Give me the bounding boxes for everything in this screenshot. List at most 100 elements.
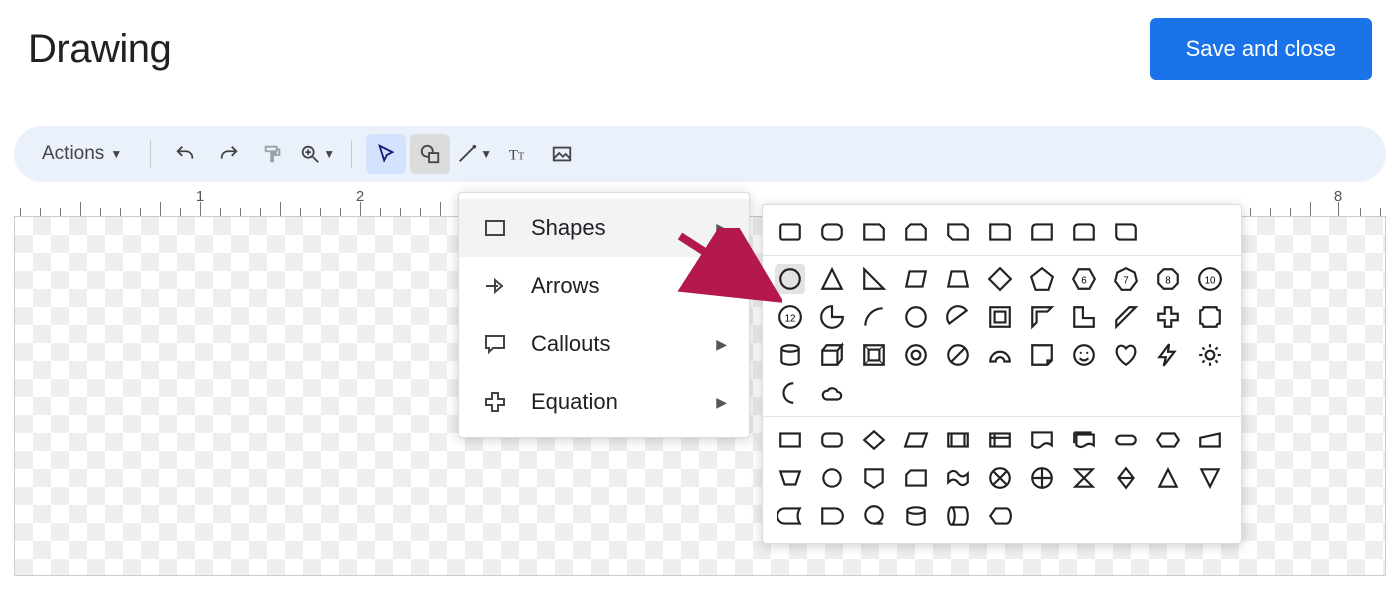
shape-sun[interactable] — [1195, 340, 1225, 370]
shape-seq-access[interactable] — [859, 501, 889, 531]
paint-format-button[interactable] — [253, 134, 293, 174]
shape-parallelogram[interactable] — [901, 264, 931, 294]
shape-connector[interactable] — [817, 463, 847, 493]
palette-section-1 — [763, 209, 1241, 255]
menu-label: Shapes — [531, 215, 606, 241]
shape-no-symbol[interactable] — [943, 340, 973, 370]
shape-round-diagonal[interactable] — [1111, 217, 1141, 247]
shape-lightning[interactable] — [1153, 340, 1183, 370]
undo-button[interactable] — [165, 134, 205, 174]
shape-predefined[interactable] — [943, 425, 973, 455]
shape-extract[interactable] — [1153, 463, 1183, 493]
shape-data[interactable] — [901, 425, 931, 455]
textbox-tool-button[interactable]: TT — [498, 134, 538, 174]
shape-moon[interactable] — [775, 378, 805, 408]
shape-collate[interactable] — [1069, 463, 1099, 493]
shape-magnetic-disk[interactable] — [901, 501, 931, 531]
save-and-close-button[interactable]: Save and close — [1150, 18, 1372, 80]
dialog-title: Drawing — [28, 27, 171, 72]
shape-folded-corner[interactable] — [1027, 340, 1057, 370]
actions-label: Actions — [42, 143, 104, 165]
shape-snip-top[interactable] — [901, 217, 931, 247]
shape-decagon[interactable]: 10 — [1195, 264, 1225, 294]
shape-terminator[interactable] — [1111, 425, 1141, 455]
shape-internal-storage[interactable] — [985, 425, 1015, 455]
shape-punched-tape[interactable] — [943, 463, 973, 493]
menu-item-equation[interactable]: Equation ▶ — [459, 373, 749, 431]
shape-octagon[interactable]: 8 — [1153, 264, 1183, 294]
line-tool-button[interactable]: ▼ — [454, 134, 494, 174]
shape-delay[interactable] — [817, 501, 847, 531]
shape-dodecagon[interactable]: 12 — [775, 302, 805, 332]
shape-display[interactable] — [985, 501, 1015, 531]
shape-manual-input[interactable] — [1195, 425, 1225, 455]
shape-bevel[interactable] — [859, 340, 889, 370]
shape-plaque[interactable] — [1195, 302, 1225, 332]
shape-manual-op[interactable] — [775, 463, 805, 493]
shape-sort[interactable] — [1111, 463, 1141, 493]
shape-stored-data[interactable] — [775, 501, 805, 531]
shape-direct-access[interactable] — [943, 501, 973, 531]
shape-smiley[interactable] — [1069, 340, 1099, 370]
shape-decision[interactable] — [859, 425, 889, 455]
shape-trapezoid[interactable] — [943, 264, 973, 294]
shape-rectangle[interactable] — [775, 217, 805, 247]
shape-snip-single[interactable] — [859, 217, 889, 247]
menu-item-callouts[interactable]: Callouts ▶ — [459, 315, 749, 373]
arrow-right-icon — [481, 274, 509, 298]
square-outline-icon — [481, 216, 509, 240]
shape-triangle[interactable] — [817, 264, 847, 294]
shape-pentagon[interactable] — [1027, 264, 1057, 294]
shape-process[interactable] — [775, 425, 805, 455]
shape-round-top[interactable] — [1069, 217, 1099, 247]
shape-offpage[interactable] — [859, 463, 889, 493]
svg-text:6: 6 — [1081, 275, 1086, 286]
shape-document[interactable] — [1027, 425, 1057, 455]
shape-heptagon[interactable]: 7 — [1111, 264, 1141, 294]
shape-tool-button[interactable] — [410, 134, 450, 174]
shape-rounded-rectangle[interactable] — [817, 217, 847, 247]
actions-menu-button[interactable]: Actions ▼ — [28, 134, 136, 174]
redo-icon — [218, 143, 240, 165]
shape-donut[interactable] — [901, 340, 931, 370]
shape-right-triangle[interactable] — [859, 264, 889, 294]
menu-item-shapes[interactable]: Shapes ▶ — [459, 199, 749, 257]
shape-alt-process[interactable] — [817, 425, 847, 455]
shape-merge[interactable] — [1195, 463, 1225, 493]
undo-icon — [174, 143, 196, 165]
shape-hexagon[interactable]: 6 — [1069, 264, 1099, 294]
zoom-icon — [299, 143, 321, 165]
shape-block-arc[interactable] — [985, 340, 1015, 370]
shape-pie[interactable] — [817, 302, 847, 332]
shape-heart[interactable] — [1111, 340, 1141, 370]
shape-multidocument[interactable] — [1069, 425, 1099, 455]
shape-can[interactable] — [775, 340, 805, 370]
menu-item-arrows[interactable]: Arrows ▶ — [459, 257, 749, 315]
shape-preparation[interactable] — [1153, 425, 1183, 455]
shape-frame[interactable] — [985, 302, 1015, 332]
dialog-header: Drawing Save and close — [0, 0, 1400, 80]
shape-diagonal-stripe[interactable] — [1111, 302, 1141, 332]
image-tool-button[interactable] — [542, 134, 582, 174]
caret-down-icon: ▼ — [480, 147, 492, 161]
zoom-button[interactable]: ▼ — [297, 134, 337, 174]
shape-round-single-2[interactable] — [1027, 217, 1057, 247]
shape-diamond[interactable] — [985, 264, 1015, 294]
shape-snip-diagonal[interactable] — [943, 217, 973, 247]
shape-chord[interactable] — [943, 302, 973, 332]
shape-oval[interactable] — [775, 264, 805, 294]
shape-summing[interactable] — [985, 463, 1015, 493]
shape-arc[interactable] — [859, 302, 889, 332]
shape-round-single-1[interactable] — [985, 217, 1015, 247]
select-tool-button[interactable] — [366, 134, 406, 174]
shape-l-shape[interactable] — [1069, 302, 1099, 332]
shape-cross[interactable] — [1153, 302, 1183, 332]
submenu-arrow-icon: ▶ — [716, 336, 727, 353]
shape-cloud[interactable] — [817, 378, 847, 408]
shape-half-frame[interactable] — [1027, 302, 1057, 332]
shape-or[interactable] — [1027, 463, 1057, 493]
shape-card[interactable] — [901, 463, 931, 493]
redo-button[interactable] — [209, 134, 249, 174]
shape-teardrop[interactable] — [901, 302, 931, 332]
shape-cube[interactable] — [817, 340, 847, 370]
